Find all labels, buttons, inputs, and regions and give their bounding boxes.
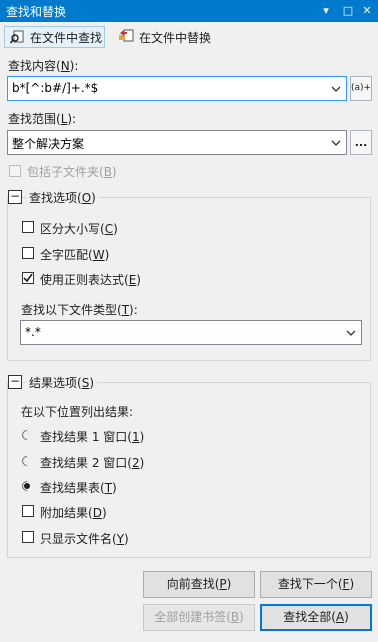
whole-word-label: 全字匹配(W) xyxy=(40,248,110,262)
checkmark-icon xyxy=(23,273,33,283)
bookmark-all-button[interactable]: 全部创建书签(B) xyxy=(143,604,255,631)
find-results-1-label: 查找结果 1 窗口(1) xyxy=(40,430,145,444)
browse-folders-button[interactable]: ... xyxy=(350,130,372,155)
look-in-combobox[interactable]: 整个解决方案 xyxy=(7,130,347,155)
include-subfolders-checkbox[interactable] xyxy=(9,165,21,177)
find-in-files-mode-button[interactable]: 在文件中查找 xyxy=(4,26,105,48)
filenames-only-checkbox[interactable] xyxy=(22,531,34,543)
regex-builder-button[interactable]: (a)+ xyxy=(350,76,372,101)
close-icon[interactable]: ✕ xyxy=(359,3,375,19)
list-results-label: 在以下位置列出结果: xyxy=(21,405,134,419)
match-case-label: 区分大小写(C) xyxy=(40,222,118,236)
find-what-combobox[interactable]: b*[^:b#/]+.*$ xyxy=(7,76,347,101)
find-what-value: b*[^:b#/]+.*$ xyxy=(12,81,99,95)
find-results-1-radio[interactable] xyxy=(19,427,35,443)
file-types-combobox[interactable]: *.* xyxy=(20,320,362,345)
find-options-title: 查找选项(O) xyxy=(26,189,99,206)
find-results-table-label: 查找结果表(T) xyxy=(40,481,117,495)
look-in-value: 整个解决方案 xyxy=(12,137,85,151)
find-in-files-icon xyxy=(9,29,25,45)
file-types-value: *.* xyxy=(25,325,41,339)
include-subfolders-label: 包括子文件夹(B) xyxy=(27,165,117,179)
maximize-icon[interactable]: □ xyxy=(340,3,356,19)
find-all-button[interactable]: 查找全部(A) xyxy=(260,604,372,631)
append-results-checkbox[interactable] xyxy=(22,505,34,517)
look-in-label: 查找范围(L): xyxy=(8,112,77,126)
find-what-label: 查找内容(N): xyxy=(8,59,79,73)
find-results-2-radio[interactable] xyxy=(19,453,35,469)
match-case-checkbox[interactable] xyxy=(22,221,34,233)
collapse-result-options-icon[interactable]: − xyxy=(8,375,22,389)
replace-in-files-label: 在文件中替换 xyxy=(139,30,212,45)
file-types-label: 查找以下文件类型(T): xyxy=(21,303,138,317)
whole-word-checkbox[interactable] xyxy=(22,247,34,259)
chevron-down-icon[interactable] xyxy=(330,83,342,95)
window-title: 查找和替换 xyxy=(6,5,67,19)
chevron-down-icon[interactable] xyxy=(330,137,342,149)
find-results-table-radio[interactable] xyxy=(19,478,35,494)
window-menu-dropdown-icon[interactable]: ▾ xyxy=(318,3,334,19)
chevron-down-icon[interactable] xyxy=(345,327,357,339)
find-previous-button[interactable]: 向前查找(P) xyxy=(143,571,255,598)
find-next-button[interactable]: 查找下一个(F) xyxy=(260,571,372,598)
replace-in-files-icon xyxy=(118,29,134,45)
replace-in-files-mode-button[interactable]: 在文件中替换 xyxy=(114,26,226,48)
append-results-label: 附加结果(D) xyxy=(40,506,107,520)
result-options-title: 结果选项(S) xyxy=(26,374,97,391)
title-bar: 查找和替换 ▾ □ ✕ xyxy=(0,0,378,22)
collapse-find-options-icon[interactable]: − xyxy=(8,190,22,204)
filenames-only-label: 只显示文件名(Y) xyxy=(40,532,129,546)
use-regex-checkbox[interactable] xyxy=(22,272,34,284)
use-regex-label: 使用正则表达式(E) xyxy=(40,273,141,287)
find-in-files-label: 在文件中查找 xyxy=(30,30,103,45)
find-results-2-label: 查找结果 2 窗口(2) xyxy=(40,456,145,470)
